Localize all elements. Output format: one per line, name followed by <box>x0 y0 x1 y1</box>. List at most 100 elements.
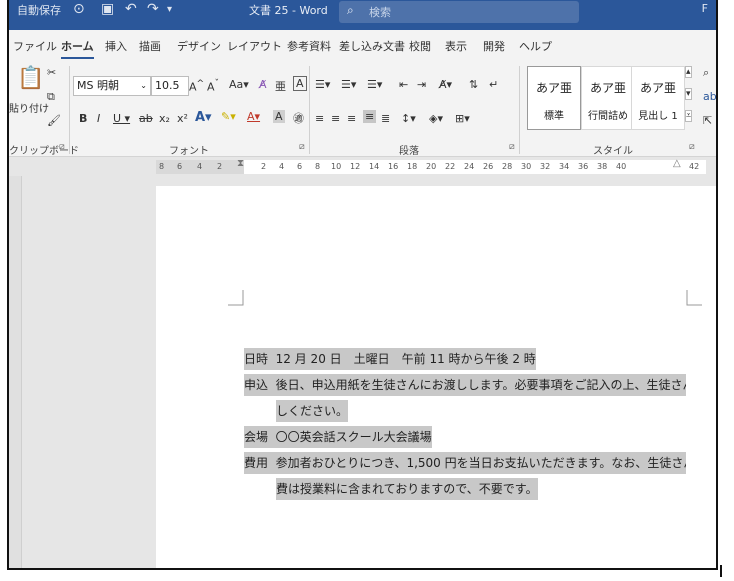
style-sample: あア亜 <box>639 81 676 95</box>
bold-icon[interactable]: B <box>79 112 87 125</box>
ruler-number: 38 <box>597 162 608 171</box>
ruler-number: 14 <box>369 162 380 171</box>
document-line[interactable]: 費は授業料に含まれておりますので、不要です。 <box>276 478 538 500</box>
ruler-number: 10 <box>331 162 342 171</box>
tab-help[interactable]: ヘルプ <box>519 38 552 54</box>
clear-formatting-icon[interactable]: A̸ <box>259 78 267 91</box>
font-size-select[interactable]: 10.5 <box>151 76 189 96</box>
font-color-icon[interactable]: A▾ <box>247 110 260 123</box>
select-icon[interactable]: ⇱ <box>703 114 712 127</box>
paragraph-launcher-icon[interactable]: ⧄ <box>509 142 515 152</box>
undo-icon[interactable]: ↶ <box>125 1 137 17</box>
strikethrough-icon[interactable]: ab <box>139 112 153 125</box>
character-border-icon[interactable]: A <box>293 76 307 91</box>
autosave-toggle-icon[interactable]: ⊙ <box>73 1 85 17</box>
document-line[interactable]: しください。 <box>276 400 349 422</box>
text-effects-icon[interactable]: A▾ <box>195 110 212 125</box>
multilevel-list-icon[interactable]: ☰▾ <box>367 78 382 91</box>
change-case-icon[interactable]: Aa▾ <box>229 78 249 91</box>
shrink-font-icon[interactable]: Aˇ <box>207 78 219 94</box>
document-line[interactable]: 日時 12 月 20 日 土曜日 午前 11 時から午後 2 時 <box>244 348 536 370</box>
italic-icon[interactable]: I <box>97 112 100 125</box>
style-normal[interactable]: あア亜 標準 <box>527 66 581 130</box>
distributed-icon[interactable]: ≣ <box>381 112 390 125</box>
sort-icon[interactable]: ⇅ <box>469 78 478 91</box>
subscript-icon[interactable]: x₂ <box>159 112 170 125</box>
autosave-label[interactable]: 自動保存 <box>17 2 61 18</box>
horizontal-ruler[interactable]: 8 6 4 2 ⧗ 2 4 6 8 10 12 14 16 18 20 22 2… <box>9 158 716 176</box>
phonetic-guide-icon[interactable]: 亜 <box>275 78 286 94</box>
numbering-icon[interactable]: ☰▾ <box>341 78 356 91</box>
document-page[interactable]: 日時 12 月 20 日 土曜日 午前 11 時から午後 2 時 申込 後日、申… <box>156 186 716 568</box>
borders-icon[interactable]: ⊞▾ <box>455 112 470 125</box>
ribbon-tabs: ファイル ホーム 挿入 描画 デザイン レイアウト 参考資料 差し込み文書 校閲… <box>9 30 716 60</box>
ruler-number: 30 <box>521 162 532 171</box>
underline-icon[interactable]: U ▾ <box>113 112 130 125</box>
asian-layout-icon[interactable]: A̸▾ <box>439 78 452 91</box>
align-right-icon[interactable]: ≡ <box>347 112 356 125</box>
document-line[interactable]: 会場 〇〇英会話スクール大会議場 <box>244 426 432 448</box>
tab-mailings[interactable]: 差し込み文書 <box>339 38 405 54</box>
tab-layout[interactable]: レイアウト <box>227 38 282 54</box>
justify-icon[interactable]: ≡ <box>363 110 377 123</box>
font-name-select[interactable]: MS 明朝 ⌄ <box>73 76 151 96</box>
line-text: しください。 <box>276 404 349 418</box>
tab-insert[interactable]: 挿入 <box>105 38 127 54</box>
redo-icon[interactable]: ↷ <box>147 1 159 17</box>
tab-developer[interactable]: 開発 <box>483 38 505 54</box>
ruler-number: 42 <box>689 162 700 171</box>
style-no-spacing[interactable]: あア亜 行間詰め <box>581 66 635 130</box>
ruler-number: 20 <box>426 162 437 171</box>
styles-launcher-icon[interactable]: ⧄ <box>689 142 695 152</box>
tab-home[interactable]: ホーム <box>61 38 94 59</box>
enclose-characters-icon[interactable]: ㊜ <box>293 110 304 126</box>
customize-qat-icon[interactable]: ▾ <box>167 4 172 15</box>
copy-icon[interactable]: ⧉ <box>47 90 55 104</box>
paste-icon[interactable]: 📋 <box>17 66 44 91</box>
indent-marker-icon[interactable]: ⧗ <box>237 158 244 169</box>
increase-indent-icon[interactable]: ⇥ <box>417 78 426 91</box>
tab-file[interactable]: ファイル <box>13 38 57 54</box>
format-painter-icon[interactable]: 🖌 <box>47 114 61 127</box>
font-launcher-icon[interactable]: ⧄ <box>299 142 305 152</box>
line-text: 費は授業料に含まれておりますので、不要です。 <box>276 482 538 496</box>
vertical-ruler[interactable] <box>9 176 22 568</box>
styles-scroll-up-icon[interactable]: ▴ <box>685 66 692 78</box>
search-box[interactable]: ⌕ 検索 <box>339 1 579 23</box>
style-heading-1[interactable]: あア亜 見出し 1 <box>631 66 685 130</box>
line-text: 〇〇英会話スクール大会議場 <box>275 430 432 444</box>
shading-icon[interactable]: ◈▾ <box>429 112 443 125</box>
cut-icon[interactable]: ✂ <box>47 66 56 79</box>
separator <box>309 66 310 154</box>
font-size-value: 10.5 <box>155 79 180 92</box>
character-shading-icon[interactable]: A <box>273 110 285 123</box>
superscript-icon[interactable]: x² <box>177 112 188 125</box>
tab-view[interactable]: 表示 <box>445 38 467 54</box>
save-icon[interactable]: ▣ <box>101 1 114 17</box>
bullets-icon[interactable]: ☰▾ <box>315 78 330 91</box>
clipboard-launcher-icon[interactable]: ⧄ <box>59 142 65 152</box>
document-line[interactable]: 申込 後日、申込用紙を生徒さんにお渡しします。必要事項をご記入の上、生徒さんにお… <box>244 374 686 396</box>
grow-font-icon[interactable]: A^ <box>189 78 204 94</box>
decrease-indent-icon[interactable]: ⇤ <box>399 78 408 91</box>
right-indent-marker-icon[interactable]: △ <box>673 158 681 169</box>
tab-references[interactable]: 参考資料 <box>287 38 331 54</box>
align-center-icon[interactable]: ≡ <box>331 112 340 125</box>
find-icon[interactable]: ⌕ <box>703 66 709 80</box>
replace-icon[interactable]: ab <box>703 90 716 103</box>
tab-draw[interactable]: 描画 <box>139 38 161 54</box>
paste-label[interactable]: 貼り付け <box>9 100 49 115</box>
highlight-icon[interactable]: ✎▾ <box>221 110 236 123</box>
styles-more-icon[interactable]: ⩡ <box>685 110 693 122</box>
tab-review[interactable]: 校閲 <box>409 38 431 54</box>
tab-design[interactable]: デザイン <box>177 38 221 54</box>
line-text: 12 月 20 日 土曜日 午前 11 時から午後 2 時 <box>275 352 536 366</box>
show-marks-icon[interactable]: ↵ <box>489 78 498 91</box>
account-initial[interactable]: F <box>702 2 708 15</box>
align-left-icon[interactable]: ≡ <box>315 112 324 125</box>
styles-scroll-down-icon[interactable]: ▾ <box>685 88 692 100</box>
styles-group-label: スタイル <box>593 146 633 157</box>
line-spacing-icon[interactable]: ↕▾ <box>401 112 416 125</box>
search-icon: ⌕ <box>347 3 354 17</box>
document-line[interactable]: 費用 参加者おひとりにつき、1,500 円を当日お支払いただきます。なお、生徒さ… <box>244 452 686 474</box>
